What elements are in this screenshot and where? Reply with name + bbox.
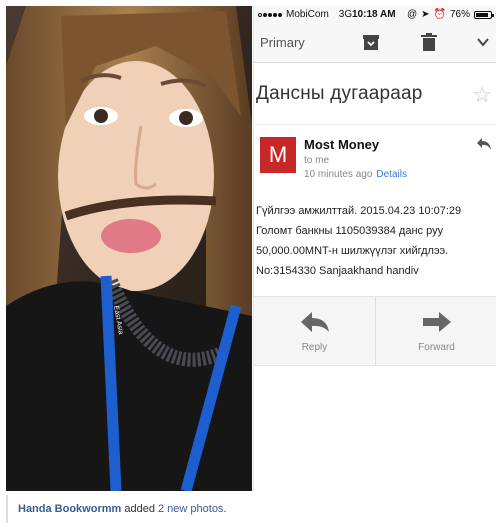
location-arrow-icon: ➤ (421, 9, 430, 20)
reply-icon[interactable] (476, 137, 492, 151)
subject-row: Дансны дугаараар ☆ (254, 63, 496, 125)
photos-link[interactable]: 2 new photos (158, 503, 223, 515)
timestamp: 10 minutes ago Details (304, 169, 407, 180)
reply-large-icon (300, 311, 329, 332)
caption-action: added (121, 503, 158, 515)
reply-label: Reply (301, 341, 328, 353)
email-actions: Reply Forward (254, 296, 496, 366)
email-body: Гүйлгээ амжилттай. 2015.04.23 10:07:29 Г… (254, 185, 496, 309)
forward-button[interactable]: Forward (375, 297, 496, 365)
caption-period: . (223, 503, 227, 515)
alarm-icon: ⏰ (433, 9, 446, 20)
trash-icon[interactable] (420, 33, 438, 51)
carrier-label: MobiCom (286, 9, 329, 20)
body-line: No:3154330 Sanjaakhand handiv (256, 265, 419, 277)
author-link[interactable]: Handa Bookwormm (18, 503, 121, 515)
network-label: 3G (338, 9, 353, 20)
battery-percent: 76% (449, 9, 470, 20)
battery-icon (474, 10, 494, 19)
back-to-primary-button[interactable]: Primary (260, 35, 305, 50)
chevron-down-icon[interactable] (476, 35, 490, 49)
sender-row: M Most Money to me 10 minutes ago Details (254, 125, 496, 185)
reply-button[interactable]: Reply (254, 297, 375, 365)
email-subject: Дансны дугаараар (256, 82, 423, 104)
recipient-label: to me (304, 155, 330, 166)
details-link[interactable]: Details (376, 169, 407, 180)
avatar: M (260, 137, 296, 173)
signal-icon (258, 12, 282, 17)
body-line: 50,000.00MNT-н шилжүүлэг хийгдлээ. (256, 245, 449, 257)
archive-icon[interactable] (362, 33, 380, 51)
body-line: Голомт банкны 1105039384 данс руу (256, 225, 444, 237)
forward-label: Forward (418, 341, 455, 353)
sender-name[interactable]: Most Money (304, 137, 379, 152)
forward-icon (422, 311, 451, 332)
clock: 10:18 AM (352, 9, 396, 20)
selfie-illustration: East Asia (6, 6, 252, 491)
time-ago-label: 10 minutes ago (304, 169, 373, 180)
email-screenshot: MobiCom 3G 10:18 AM @ ➤ ⏰ 76% Primary Да… (253, 6, 496, 491)
profile-photo[interactable]: East Asia (6, 6, 252, 491)
empty-area (254, 367, 496, 491)
body-line: Гүйлгээ амжилттай. 2015.04.23 10:07:29 (256, 205, 462, 217)
post-caption: Handa Bookwormm added 2 new photos. (6, 495, 227, 523)
email-toolbar: Primary (254, 23, 496, 63)
star-icon[interactable]: ☆ (472, 82, 492, 108)
lock-rotation-icon: @ (406, 9, 418, 20)
status-bar: MobiCom 3G 10:18 AM @ ➤ ⏰ 76% (254, 6, 496, 23)
